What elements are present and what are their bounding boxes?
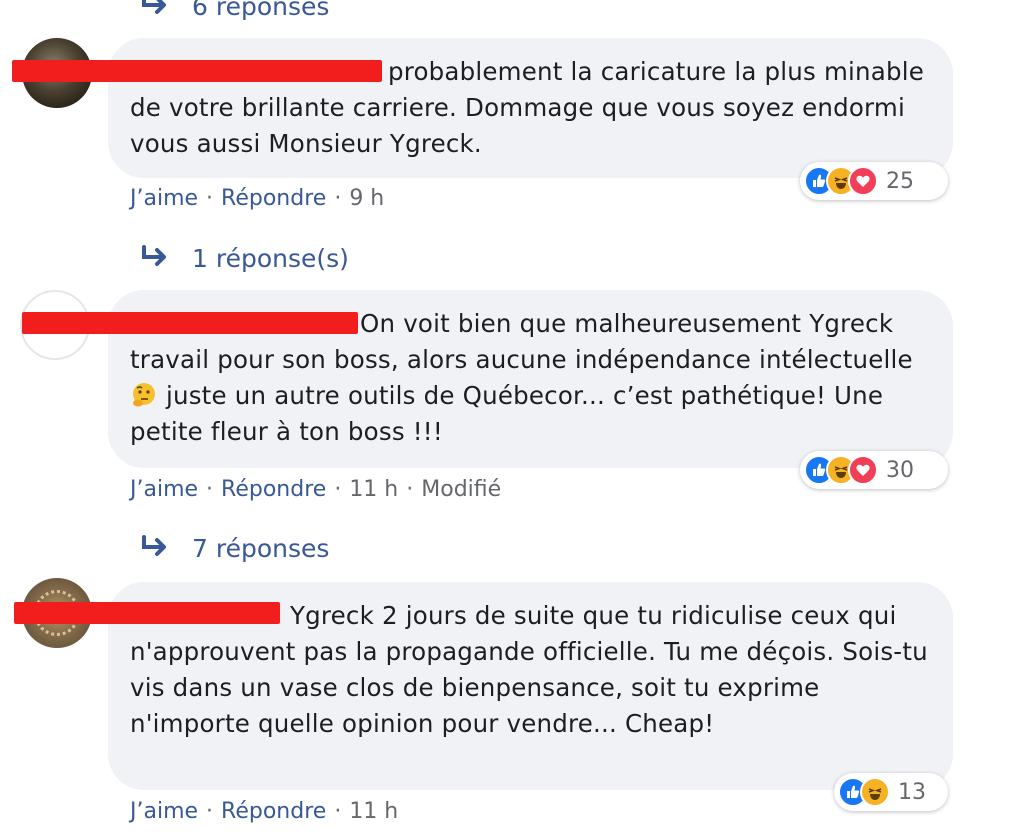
timestamp[interactable]: 11 h [349,799,398,824]
reaction-count: 30 [886,457,914,483]
view-replies-link[interactable]: 7 réponses [140,528,329,568]
reply-button[interactable]: Répondre [221,799,326,824]
reactions-summary[interactable]: 13 [834,773,948,811]
redaction-bar [12,60,382,82]
comment-bubble: probablement la caricature la plus minab… [108,38,953,178]
reaction-count: 13 [898,779,926,805]
comment-actions: J’aime · Répondre · 9 h [130,183,384,213]
comment-actions: J’aime · Répondre · 11 h [130,796,398,826]
view-replies-link[interactable]: 6 réponses [140,0,329,26]
comment-actions: J’aime · Répondre · 11 h · Modifié [130,474,501,504]
reply-arrow-icon [140,534,170,563]
thinking-face-emoji-icon [130,381,158,409]
love-reaction-icon [848,455,878,485]
separator: · [206,798,214,824]
separator: · [406,476,414,502]
love-reaction-icon [848,166,878,196]
reply-arrow-icon [140,244,170,273]
timestamp[interactable]: 9 h [349,186,384,211]
haha-reaction-icon [860,777,890,807]
separator: · [334,476,342,502]
reply-button[interactable]: Répondre [221,477,326,502]
like-button[interactable]: J’aime [130,799,198,824]
reply-button[interactable]: Répondre [221,186,326,211]
separator: · [206,185,214,211]
reactions-summary[interactable]: 30 [800,451,948,489]
replies-count-label: 7 réponses [192,533,330,563]
view-replies-link[interactable]: 1 réponse(s) [140,238,349,278]
separator: · [334,798,342,824]
redaction-bar [14,602,280,624]
redaction-bar [22,312,358,334]
reply-arrow-icon [140,0,170,21]
reactions-summary[interactable]: 25 [800,162,948,200]
like-button[interactable]: J’aime [130,477,198,502]
reaction-count: 25 [886,168,914,194]
separator: · [206,476,214,502]
timestamp[interactable]: 11 h [349,477,398,502]
like-button[interactable]: J’aime [130,186,198,211]
separator: · [334,185,342,211]
replies-count-label: 1 réponse(s) [192,243,349,273]
edited-label: Modifié [421,476,502,502]
replies-count-label: 6 réponses [192,0,330,21]
